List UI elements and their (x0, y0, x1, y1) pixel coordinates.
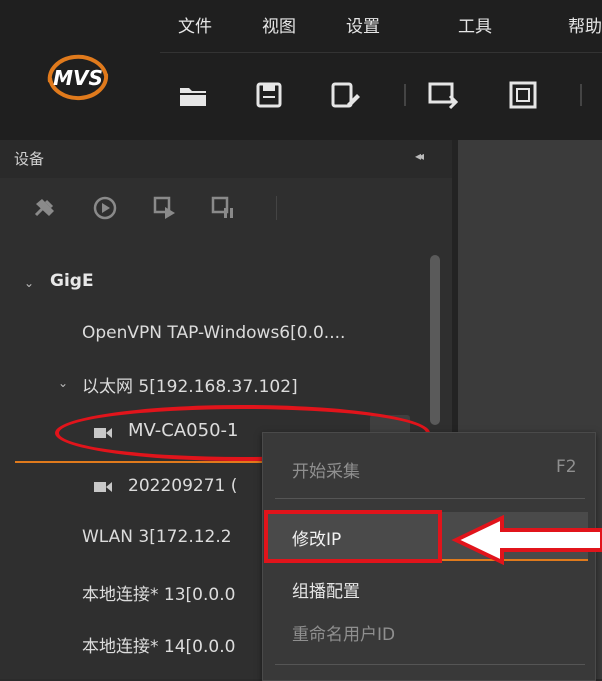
device-panel-header (0, 140, 452, 178)
menu-file[interactable]: 文件 (178, 12, 212, 37)
annotation-highlight-box (264, 510, 442, 563)
menu-help[interactable]: 帮助 (568, 12, 602, 37)
play-icon[interactable] (92, 195, 118, 221)
save-icon[interactable] (254, 80, 284, 110)
toolbar-separator (404, 84, 406, 106)
menu-start-capture-shortcut: F2 (556, 457, 577, 477)
annotation-arrow-icon (451, 515, 602, 565)
menu-view[interactable]: 视图 (262, 12, 296, 37)
save-as-icon[interactable] (330, 80, 360, 110)
camera-icon (94, 482, 112, 492)
capture-icon[interactable] (152, 195, 178, 221)
capture-stop-icon[interactable] (210, 195, 236, 221)
menu-settings[interactable]: 设置 (346, 12, 380, 37)
panel-tools-separator (276, 196, 277, 220)
window-icon[interactable] (428, 80, 458, 110)
mvs-logo: MVS (47, 54, 109, 101)
context-menu-separator (275, 664, 585, 665)
menu-bar (0, 0, 602, 55)
tree-local-connection-14[interactable]: 本地连接* 14[0.0.0 (82, 632, 235, 657)
menu-start-capture[interactable]: 开始采集 (292, 457, 360, 482)
tree-wlan-adapter[interactable]: WLAN 3[172.12.2 (82, 527, 232, 547)
chevron-down-icon[interactable]: ⌄ (24, 276, 34, 290)
context-menu-separator (275, 498, 585, 499)
window-maximize-icon[interactable] (508, 80, 538, 110)
tree-gige-group[interactable]: GigE (50, 271, 94, 291)
collapse-panel-icon[interactable]: ◂◂ (415, 149, 424, 163)
folder-open-icon[interactable] (178, 80, 208, 110)
tree-camera-2[interactable]: 202209271 ( (128, 476, 237, 496)
menu-multicast-config[interactable]: 组播配置 (292, 577, 360, 602)
toolbar-separator (580, 84, 582, 106)
logo-text: MVS (53, 66, 103, 90)
device-tree-scrollbar[interactable] (430, 255, 440, 425)
device-panel-title: 设备 (14, 150, 45, 168)
menu-rename-user-id[interactable]: 重命名用户ID (292, 620, 395, 645)
tree-ethernet-adapter[interactable]: 以太网 5[192.168.37.102] (82, 372, 298, 397)
tree-local-connection-13[interactable]: 本地连接* 13[0.0.0 (82, 580, 235, 605)
disconnect-icon[interactable] (32, 195, 58, 221)
tree-openvpn-adapter[interactable]: OpenVPN TAP-Windows6[0.0.... (82, 323, 345, 343)
chevron-down-icon[interactable]: ⌄ (58, 376, 68, 390)
menu-tools[interactable]: 工具 (458, 12, 492, 37)
menu-divider (160, 52, 602, 53)
